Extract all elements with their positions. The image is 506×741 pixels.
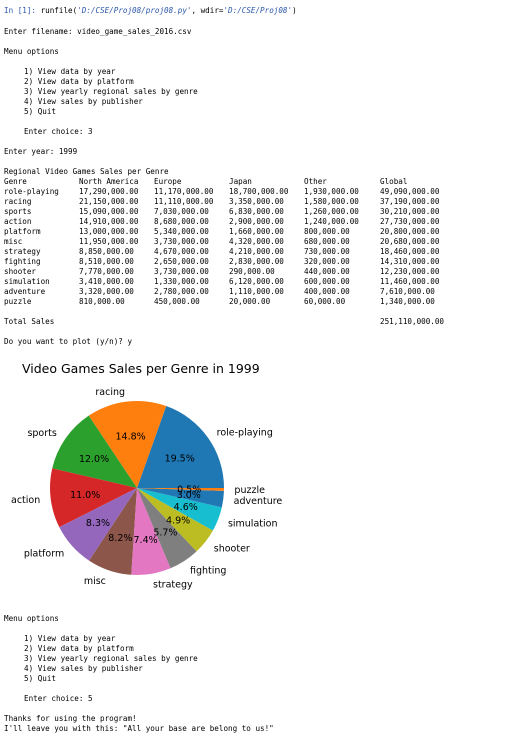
menu-item: 4) View sales by publisher [24,664,143,673]
pie-chart: role-playing 19.5% racing 14.8% sports 12.0% a… [11,387,283,591]
pie-pct-role-playing: 19.5% [165,453,195,464]
pie-pct-puzzle: 0.5% [177,484,201,495]
pie-label-sports: sports [27,428,56,439]
pie-pct-shooter: 4.9% [166,516,190,527]
pie-label-adventure: adventure [234,496,283,507]
pie-pct-platform: 8.3% [86,518,110,529]
menu-item: 3) View yearly regional sales by genre [24,654,198,663]
pie-label-fighting: fighting [190,565,226,576]
pie-label-role-playing: role-playing [217,427,273,438]
choice-line: Enter choice: 5 [24,694,93,703]
pie-label-platform: platform [24,548,64,559]
menu-item: 1) View data by year [24,634,116,643]
pie-label-racing: racing [95,387,125,398]
pie-label-strategy: strategy [153,580,193,591]
pie-label-misc: misc [84,576,106,587]
pie-pct-action: 11.0% [70,490,100,501]
pie-label-puzzle: puzzle [234,485,265,496]
pie-pct-fighting: 5.7% [153,527,177,538]
menu-item: 2) View data by platform [24,644,134,653]
pie-label-simulation: simulation [228,518,278,529]
pie-pct-sports: 12.0% [79,454,109,465]
thanks-line: Thanks for using the program! [4,714,137,723]
pie-label-action: action [11,495,40,506]
menu-title: Menu options [4,614,59,623]
pie-label-shooter: shooter [214,544,250,555]
farewell-line: I'll leave you with this: "All your base… [4,724,274,733]
pie-pct-misc: 8.2% [108,533,132,544]
pie-pct-simulation: 4.6% [174,502,198,513]
pie-pct-racing: 14.8% [116,432,146,443]
menu-item: 5) Quit [24,674,57,683]
